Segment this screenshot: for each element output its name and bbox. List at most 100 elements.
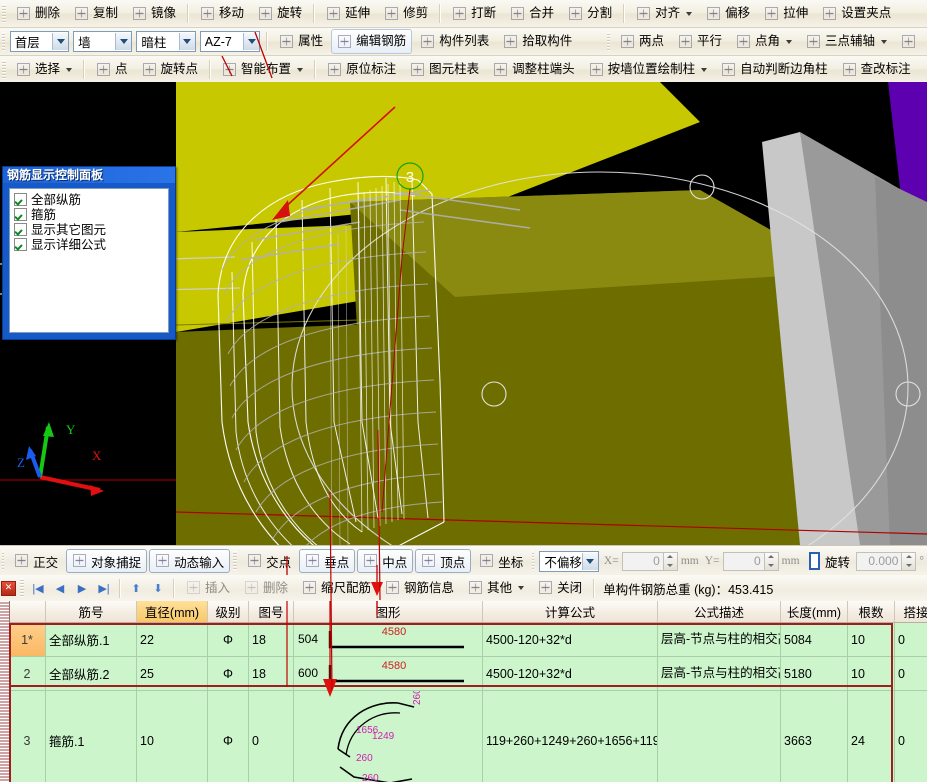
draw-rotate-point-button[interactable]: 旋转点	[136, 57, 205, 82]
chevron-down-icon[interactable]	[115, 33, 132, 50]
y-spinner[interactable]	[763, 551, 779, 571]
table-row[interactable]: 1* 全部纵筋.1 22 Φ 18 504 4580 4500-120+32*d 层高-节点与柱…	[9, 622, 927, 657]
cell-formula[interactable]: 4500-120+32*d	[482, 656, 658, 691]
edit-delete-button[interactable]: 删除	[10, 1, 66, 26]
snap-perpendicular-button[interactable]: 垂点	[299, 549, 356, 573]
chevron-down-icon[interactable]	[881, 39, 887, 44]
rebar-other-button[interactable]: 其他	[462, 576, 530, 601]
cell-length[interactable]: 3663	[780, 690, 848, 782]
x-spinner[interactable]	[662, 551, 678, 571]
chevron-down-icon[interactable]	[66, 67, 73, 72]
sel-pick-component-button[interactable]: 拾取构件	[497, 29, 578, 54]
snap-ortho-button[interactable]: 正交	[8, 549, 64, 573]
edit-grip-point-button[interactable]: 设置夹点	[816, 1, 897, 26]
draw-point-button[interactable]: 点	[90, 57, 134, 82]
cell-drawing_no[interactable]: 18	[248, 622, 294, 657]
edit-align-button[interactable]: 对齐	[630, 1, 698, 26]
sel-properties-button[interactable]: 属性	[273, 29, 329, 54]
cell-lap[interactable]: 0	[894, 690, 927, 782]
3d-viewport[interactable]: 3 Y Z X 钢筋显示控制面板 全部纵筋 箍筋 显示其它图元 显示详细公式	[0, 82, 927, 545]
edit-stretch-button[interactable]: 拉伸	[758, 1, 814, 26]
chevron-down-icon[interactable]	[52, 33, 69, 50]
cell-lap[interactable]: 0	[894, 622, 927, 657]
cell-rownum[interactable]: 2	[9, 656, 46, 691]
toolbar-grip[interactable]	[2, 551, 5, 571]
toolbar-grip[interactable]	[2, 31, 5, 52]
chevron-down-icon[interactable]	[518, 586, 525, 590]
snap-midpoint-button[interactable]: 中点	[357, 549, 414, 573]
y-input[interactable]: 0	[722, 551, 765, 571]
cell-description[interactable]: 层高-节点与柱的相交高度+锚固	[657, 622, 781, 657]
table-header-formula[interactable]: 计算公式	[482, 601, 658, 623]
axis-parallel-button[interactable]: 平行	[672, 29, 728, 54]
rebar-display-control-panel[interactable]: 钢筋显示控制面板 全部纵筋 箍筋 显示其它图元 显示详细公式	[2, 166, 176, 340]
draw-adjust-column-end-button[interactable]: 调整柱端头	[487, 57, 581, 82]
table-header-description[interactable]: 公式描述	[657, 601, 781, 623]
axis-two-point-button[interactable]: 两点	[614, 29, 670, 54]
rebar-scale-rebar-button[interactable]: 缩尺配筋	[296, 576, 377, 601]
edit-merge-button[interactable]: 合并	[504, 1, 560, 26]
cell-count[interactable]: 24	[847, 690, 895, 782]
draw-cursor-button[interactable]: 选择	[10, 57, 78, 82]
cell-grade[interactable]: Φ	[207, 622, 249, 657]
snap-vertex-button[interactable]: 顶点	[415, 549, 472, 573]
toolbar-grip[interactable]	[233, 551, 238, 571]
cell-diameter[interactable]: 25	[136, 656, 208, 691]
checkbox-icon[interactable]	[14, 238, 27, 251]
combo-floor[interactable]: 首层	[9, 31, 70, 52]
cell-formula[interactable]: 4500-120+32*d	[482, 622, 658, 657]
rebar-table[interactable]: 筋号直径(mm)级别图号图形计算公式公式描述长度(mm)根数搭接损耗 1*全部纵…	[0, 601, 927, 782]
snap-coordinate-button[interactable]: 坐标	[473, 549, 529, 573]
toolbar-grip[interactable]	[2, 59, 6, 80]
table-header-length[interactable]: 长度(mm)	[780, 601, 848, 623]
table-header-grade[interactable]: 级别	[207, 601, 249, 623]
toolbar-grip[interactable]	[20, 578, 24, 598]
table-row[interactable]: 2 全部纵筋.2 25 Φ 18 600 4580 4500-120+32*d 层高-节点与柱的…	[9, 656, 927, 691]
chevron-down-icon[interactable]	[686, 11, 693, 16]
checkbox-icon[interactable]	[14, 193, 27, 206]
snap-dynamic-input-button[interactable]: 动态输入	[149, 549, 231, 573]
cell-shape[interactable]: 504 4580	[293, 622, 483, 657]
next-record-icon[interactable]: ▶	[71, 578, 93, 598]
move-up-icon[interactable]: ⬆	[125, 578, 147, 598]
cell-lap[interactable]: 0	[894, 656, 927, 691]
sel-edit-rebar-button[interactable]: 编辑钢筋	[331, 29, 413, 54]
last-record-icon[interactable]: ▶|	[93, 578, 115, 598]
first-record-icon[interactable]: |◀	[27, 578, 49, 598]
cell-drawing_no[interactable]: 0	[248, 690, 294, 782]
draw-smart-layout-button[interactable]: 智能布置	[216, 57, 309, 82]
axis-three-point-axis-button[interactable]: 三点辅轴	[800, 29, 893, 54]
cell-drawing_no[interactable]: 18	[248, 656, 294, 691]
panel-option-0[interactable]: 全部纵筋	[14, 192, 164, 207]
toolbar-grip[interactable]	[2, 3, 6, 24]
edit-move-button[interactable]: 移动	[194, 1, 250, 26]
cell-rownum[interactable]: 1*	[9, 622, 46, 657]
table-header-rownum[interactable]	[9, 601, 46, 623]
cell-shape[interactable]: 260 1656 1249 260 260	[293, 690, 483, 782]
chevron-down-icon[interactable]	[297, 67, 304, 72]
cell-length[interactable]: 5084	[780, 622, 848, 657]
toolbar-grip[interactable]	[532, 551, 535, 571]
cell-name[interactable]: 箍筋.1	[45, 690, 137, 782]
cell-grade[interactable]: Φ	[207, 656, 249, 691]
table-header-count[interactable]: 根数	[847, 601, 895, 623]
edit-offset-button[interactable]: 偏移	[700, 1, 756, 26]
move-down-icon[interactable]: ⬇	[147, 578, 169, 598]
combo-category[interactable]: 墙	[73, 31, 133, 52]
rebar-rebar-info-button[interactable]: 钢筋信息	[379, 576, 460, 601]
edit-break-button[interactable]: 打断	[446, 1, 502, 26]
panel-option-1[interactable]: 箍筋	[14, 207, 164, 222]
checkbox-icon[interactable]	[14, 208, 27, 221]
close-icon[interactable]: ✕	[1, 580, 16, 596]
cell-description[interactable]	[657, 690, 781, 782]
table-header-shape[interactable]: 图形	[293, 601, 483, 623]
rotate-checkbox[interactable]	[808, 552, 820, 570]
chevron-down-icon[interactable]	[581, 552, 598, 570]
rotate-input[interactable]: 0.000	[856, 551, 903, 571]
table-header-lap[interactable]: 搭接	[894, 601, 927, 623]
combo-component[interactable]: AZ-7	[199, 31, 261, 52]
axis-pen-button[interactable]	[895, 29, 926, 54]
x-input[interactable]: 0	[621, 551, 664, 571]
edit-extend-button[interactable]: 延伸	[320, 1, 376, 26]
cell-rownum[interactable]: 3	[9, 690, 46, 782]
